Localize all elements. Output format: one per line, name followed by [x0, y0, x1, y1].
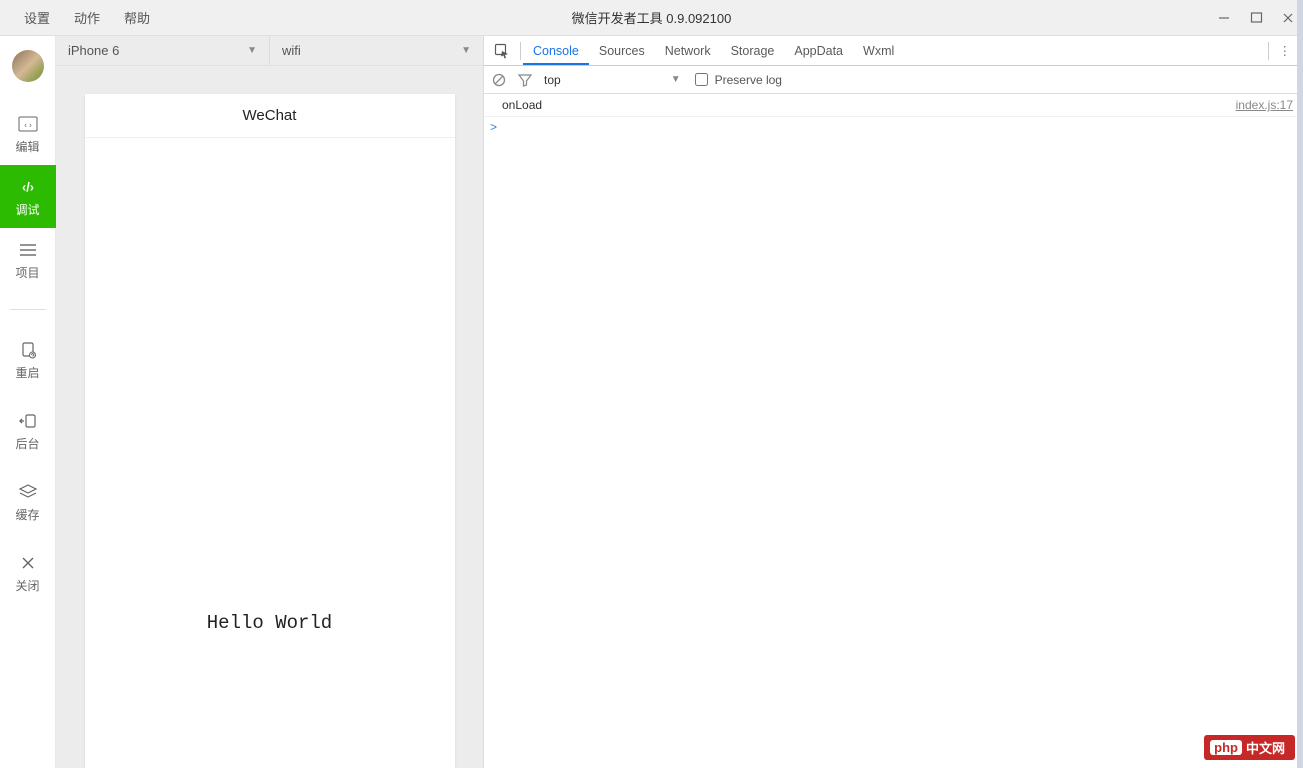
app-body[interactable]: Hello World: [85, 138, 455, 768]
sidebar-item-label: 关闭: [15, 577, 39, 594]
window-controls: [1215, 9, 1297, 27]
sidebar: ‹ › 编辑 ‹/› 调试 项目 重启: [0, 36, 56, 768]
app-title-bar: WeChat: [85, 94, 455, 138]
window-title: 微信开发者工具 0.9.092100: [572, 8, 732, 27]
caret-down-icon: ▼: [461, 45, 471, 56]
watermark: php 中文网: [1204, 735, 1295, 760]
hamburger-icon: [18, 240, 38, 260]
close-icon: [18, 553, 38, 573]
tab-sources[interactable]: Sources: [589, 36, 655, 65]
sidebar-item-edit[interactable]: ‹ › 编辑: [0, 102, 56, 165]
log-source-link[interactable]: index.js:17: [1236, 98, 1293, 112]
page-text: Hello World: [207, 612, 332, 634]
restart-icon: [18, 340, 38, 360]
sidebar-item-label: 调试: [15, 201, 39, 218]
svg-text:‹/›: ‹/›: [21, 180, 33, 195]
tab-network[interactable]: Network: [655, 36, 721, 65]
layers-icon: [18, 482, 38, 502]
avatar[interactable]: [12, 50, 44, 82]
console-toolbar: top ▼ Preserve log: [484, 66, 1303, 94]
menu-help[interactable]: 帮助: [112, 8, 162, 27]
sidebar-item-cache[interactable]: 缓存: [0, 470, 56, 533]
maximize-button[interactable]: [1247, 9, 1265, 27]
tab-appdata[interactable]: AppData: [784, 36, 853, 65]
sidebar-item-close[interactable]: 关闭: [0, 541, 56, 604]
sidebar-item-label: 项目: [15, 264, 39, 281]
console-log-row: onLoad index.js:17: [484, 94, 1303, 117]
inspect-element-icon[interactable]: [492, 43, 512, 59]
watermark-prefix: php: [1210, 740, 1242, 755]
background-icon: [18, 411, 38, 431]
close-button[interactable]: [1279, 9, 1297, 27]
code-icon: ‹ ›: [18, 114, 38, 134]
sidebar-item-project[interactable]: 项目: [0, 228, 56, 291]
sidebar-item-label: 后台: [15, 435, 39, 452]
network-value: wifi: [282, 43, 301, 58]
devtools-panel: Console Sources Network Storage AppData …: [483, 36, 1303, 768]
menu-settings[interactable]: 设置: [12, 8, 62, 27]
network-selector[interactable]: wifi ▼: [270, 36, 483, 65]
simulator-canvas: WeChat Hello World: [56, 66, 483, 768]
preserve-log-label: Preserve log: [715, 73, 782, 87]
context-selector[interactable]: top ▼: [544, 73, 681, 87]
debug-icon: ‹/›: [18, 177, 38, 197]
device-selector[interactable]: iPhone 6 ▼: [56, 36, 270, 65]
caret-down-icon: ▼: [671, 74, 681, 85]
svg-text:‹ ›: ‹ ›: [24, 121, 32, 130]
window-edge: [1297, 0, 1303, 768]
simulator-toolbar: iPhone 6 ▼ wifi ▼: [56, 36, 483, 66]
sidebar-item-debug[interactable]: ‹/› 调试: [0, 165, 56, 228]
devtools-tabs: Console Sources Network Storage AppData …: [484, 36, 1303, 66]
console-output[interactable]: onLoad index.js:17 >: [484, 94, 1303, 768]
devtools-menu-icon[interactable]: ⋮: [1271, 43, 1300, 58]
device-value: iPhone 6: [68, 43, 119, 58]
phone-frame: WeChat Hello World: [85, 94, 455, 768]
clear-console-icon[interactable]: [492, 73, 508, 87]
sidebar-item-label: 重启: [15, 364, 39, 381]
title-bar: 设置 动作 帮助 微信开发者工具 0.9.092100: [0, 0, 1303, 36]
tab-storage[interactable]: Storage: [721, 36, 785, 65]
preserve-log-toggle[interactable]: Preserve log: [691, 73, 782, 87]
sidebar-item-restart[interactable]: 重启: [0, 328, 56, 391]
watermark-text: 中文网: [1246, 738, 1285, 757]
minimize-button[interactable]: [1215, 9, 1233, 27]
console-prompt[interactable]: >: [484, 117, 1303, 137]
app-menu: 设置 动作 帮助: [0, 8, 162, 27]
sidebar-divider: [10, 309, 46, 310]
tab-wxml[interactable]: Wxml: [853, 36, 904, 65]
tab-console[interactable]: Console: [523, 36, 589, 65]
simulator-panel: iPhone 6 ▼ wifi ▼ WeChat Hello World: [56, 36, 483, 768]
log-message: onLoad: [502, 98, 542, 112]
preserve-log-checkbox[interactable]: [695, 73, 708, 86]
menu-actions[interactable]: 动作: [62, 8, 112, 27]
caret-down-icon: ▼: [247, 45, 257, 56]
sidebar-item-back[interactable]: 后台: [0, 399, 56, 462]
context-value: top: [544, 73, 561, 87]
sidebar-item-label: 缓存: [15, 506, 39, 523]
sidebar-item-label: 编辑: [15, 138, 39, 155]
filter-icon[interactable]: [518, 73, 534, 87]
